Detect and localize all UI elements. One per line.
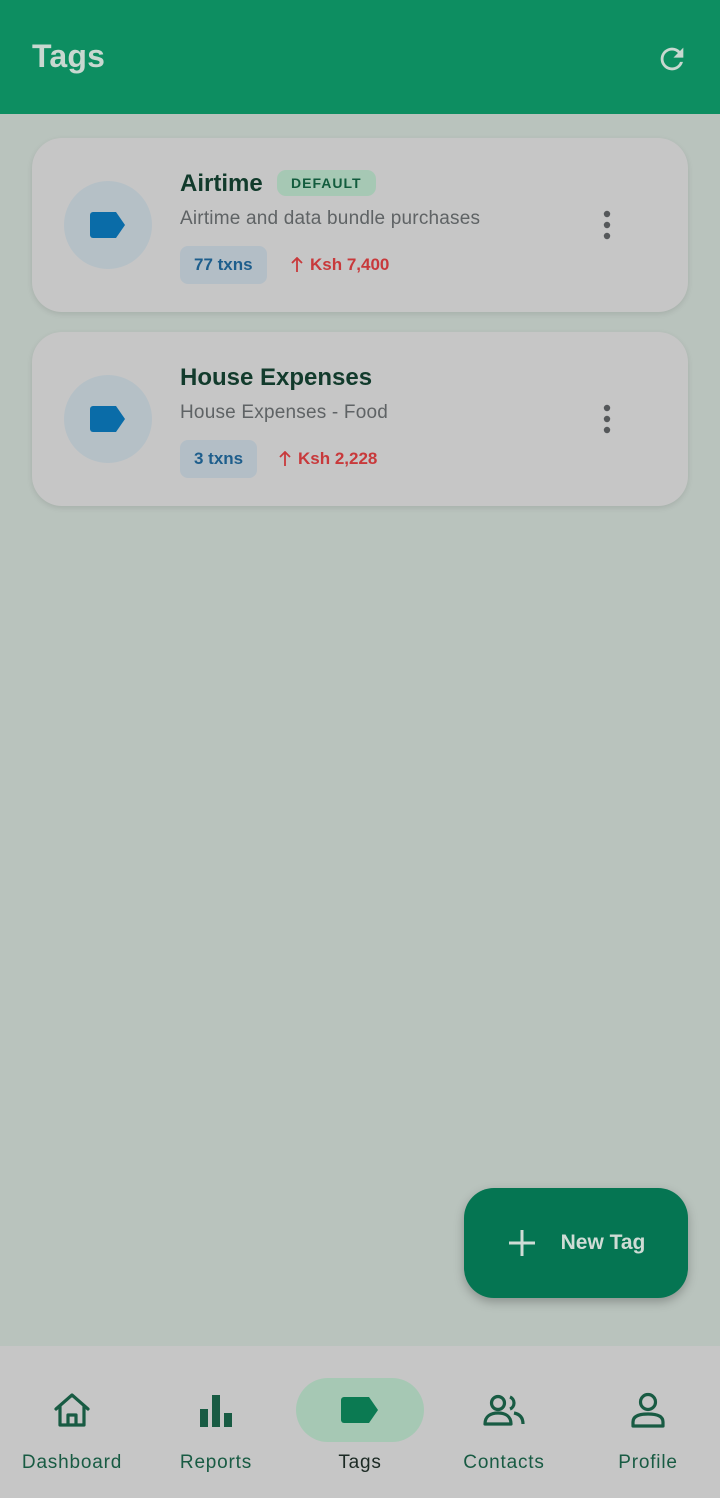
nav-contacts[interactable]: Contacts (432, 1346, 576, 1498)
tag-amount: Ksh 7,400 (290, 246, 389, 284)
tag-amount: Ksh 2,228 (278, 440, 377, 478)
tag-name: House Expenses (180, 364, 373, 391)
nav-icon-wrap (152, 1378, 280, 1442)
app-bar: Tags (0, 0, 720, 114)
refresh-button[interactable] (650, 37, 694, 81)
nav-dashboard[interactable]: Dashboard (0, 1346, 144, 1498)
nav-label: Contacts (463, 1452, 545, 1473)
nav-icon-wrap (8, 1378, 136, 1442)
bottom-navigation: Dashboard Reports Tags Contacts Profile (0, 1346, 720, 1498)
refresh-icon (660, 47, 684, 71)
default-badge: DEFAULT (277, 170, 376, 196)
nav-profile[interactable]: Profile (576, 1346, 720, 1498)
tag-avatar (64, 375, 152, 463)
plus-icon (508, 1230, 535, 1256)
page-title: Tags (32, 38, 106, 74)
nav-label: Reports (179, 1452, 253, 1473)
nav-icon-wrap (440, 1378, 568, 1442)
amount-value: Ksh 2,228 (298, 449, 378, 468)
home-icon (54, 1393, 90, 1427)
person-icon (631, 1392, 665, 1428)
amount-value: Ksh 7,400 (310, 255, 390, 274)
tag-card-airtime[interactable]: Airtime DEFAULT Airtime and data bundle … (32, 138, 688, 312)
label-icon (90, 406, 125, 432)
more-options-button[interactable] (592, 398, 622, 440)
nav-reports[interactable]: Reports (144, 1346, 288, 1498)
more-options-button[interactable] (592, 204, 622, 246)
label-icon (90, 212, 125, 238)
txn-count-chip: 77 txns (180, 246, 267, 284)
nav-label: Profile (618, 1452, 678, 1473)
arrow-up-icon (291, 257, 303, 272)
nav-tags[interactable]: Tags (288, 1346, 432, 1498)
txn-count-chip: 3 txns (180, 440, 258, 478)
nav-label: Tags (338, 1452, 382, 1473)
more-vert-icon (603, 404, 611, 434)
nav-icon-wrap (584, 1378, 712, 1442)
people-icon (483, 1394, 525, 1426)
arrow-up-icon (279, 451, 291, 466)
more-vert-icon (603, 210, 611, 240)
tag-avatar (64, 181, 152, 269)
nav-icon-wrap (296, 1378, 424, 1442)
new-tag-label: New Tag (560, 1231, 646, 1254)
tag-description: Airtime and data bundle purchases (180, 208, 481, 229)
tag-name: Airtime (180, 170, 263, 197)
tag-description: House Expenses - Food (180, 402, 389, 423)
label-icon (341, 1397, 378, 1423)
tag-card-house-expenses[interactable]: House Expenses House Expenses - Food 3 t… (32, 332, 688, 506)
nav-label: Dashboard (21, 1452, 123, 1473)
bar-chart-icon (200, 1395, 232, 1427)
new-tag-button[interactable]: New Tag (464, 1188, 688, 1298)
